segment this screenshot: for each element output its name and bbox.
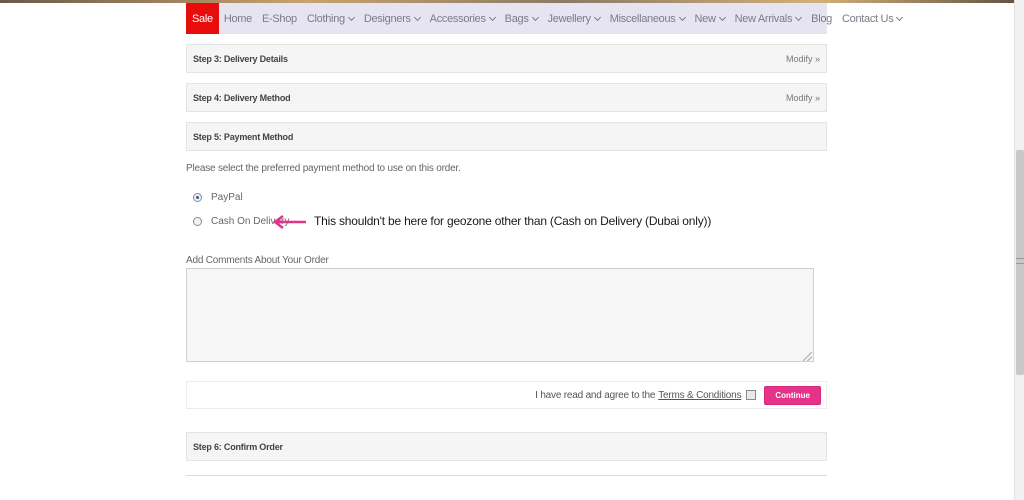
step-title: Step 4: Delivery Method bbox=[193, 92, 291, 103]
nav-item-blog[interactable]: Blog bbox=[806, 3, 837, 34]
step-3-delivery-details: Step 3: Delivery Details Modify » bbox=[186, 44, 827, 73]
comments-textarea[interactable] bbox=[186, 268, 814, 362]
radio-button[interactable] bbox=[193, 217, 202, 226]
nav-label: Accessories bbox=[429, 12, 486, 25]
annotation-note: This shouldn't be here for geozone other… bbox=[314, 214, 712, 228]
nav-label: Clothing bbox=[306, 12, 345, 25]
nav-label: Home bbox=[223, 12, 252, 25]
modify-link[interactable]: Modify » bbox=[786, 93, 820, 103]
agree-text: I have read and agree to the bbox=[535, 389, 656, 401]
step-title: Step 3: Delivery Details bbox=[193, 53, 288, 64]
chevron-down-icon bbox=[678, 13, 686, 21]
nav-item-clothing[interactable]: Clothing bbox=[302, 3, 359, 34]
nav-label: Jewellery bbox=[547, 12, 591, 25]
step-title: Step 5: Payment Method bbox=[193, 131, 294, 142]
nav-label: Designers bbox=[363, 12, 411, 25]
radio-button[interactable] bbox=[193, 193, 202, 202]
nav-item-home[interactable]: Home bbox=[219, 3, 257, 34]
nav-label: Bags bbox=[504, 12, 529, 25]
nav-label: New bbox=[694, 12, 716, 25]
nav-item-sale[interactable]: Sale bbox=[186, 3, 219, 34]
annotation-arrow-icon bbox=[273, 215, 306, 229]
continue-button[interactable]: Continue bbox=[764, 385, 821, 405]
vertical-scrollbar[interactable] bbox=[1014, 0, 1024, 500]
step-4-delivery-method: Step 4: Delivery Method Modify » bbox=[186, 83, 827, 112]
nav-item-jewellery[interactable]: Jewellery bbox=[543, 3, 605, 34]
main-nav: Sale Home E-Shop Clothing Designers Acce… bbox=[186, 3, 904, 34]
nav-item-new[interactable]: New bbox=[690, 3, 730, 34]
nav-label: Sale bbox=[192, 12, 213, 25]
nav-label: E-Shop bbox=[261, 12, 297, 25]
chevron-down-icon bbox=[795, 13, 803, 21]
payment-intro-text: Please select the preferred payment meth… bbox=[186, 163, 461, 174]
nav-item-accessories[interactable]: Accessories bbox=[425, 3, 500, 34]
nav-label: New Arrivals bbox=[734, 12, 793, 25]
nav-item-new-arrivals[interactable]: New Arrivals bbox=[730, 3, 807, 34]
chevron-down-icon bbox=[347, 13, 355, 21]
terms-conditions-link[interactable]: Terms & Conditions bbox=[658, 390, 741, 401]
step-6-confirm-order: Step 6: Confirm Order bbox=[186, 432, 827, 461]
nav-label: Miscellaneous bbox=[609, 12, 676, 25]
chevron-down-icon bbox=[896, 13, 904, 21]
chevron-down-icon bbox=[593, 13, 601, 21]
comments-label: Add Comments About Your Order bbox=[186, 255, 329, 266]
divider bbox=[186, 475, 827, 476]
agree-checkbox[interactable] bbox=[746, 390, 757, 400]
terms-agreement-bar: I have read and agree to the Terms & Con… bbox=[186, 381, 827, 409]
chevron-down-icon bbox=[531, 13, 539, 21]
nav-item-bags[interactable]: Bags bbox=[500, 3, 543, 34]
resize-grip-icon[interactable] bbox=[803, 352, 812, 361]
payment-option-paypal[interactable]: PayPal bbox=[193, 192, 243, 203]
modify-link[interactable]: Modify » bbox=[786, 54, 820, 64]
nav-item-eshop[interactable]: E-Shop bbox=[257, 3, 302, 34]
nav-item-designers[interactable]: Designers bbox=[359, 3, 425, 34]
scrollbar-grip-icon bbox=[1016, 258, 1024, 264]
nav-item-miscellaneous[interactable]: Miscellaneous bbox=[605, 3, 690, 34]
nav-label: Blog bbox=[811, 12, 832, 25]
payment-option-label: PayPal bbox=[211, 192, 243, 203]
nav-item-contact-us[interactable]: Contact Us bbox=[837, 3, 907, 34]
step-title: Step 6: Confirm Order bbox=[193, 441, 283, 452]
chevron-down-icon bbox=[488, 13, 496, 21]
step-5-payment-method: Step 5: Payment Method bbox=[186, 122, 827, 151]
chevron-down-icon bbox=[413, 13, 421, 21]
chevron-down-icon bbox=[718, 13, 726, 21]
nav-label: Contact Us bbox=[841, 12, 894, 25]
